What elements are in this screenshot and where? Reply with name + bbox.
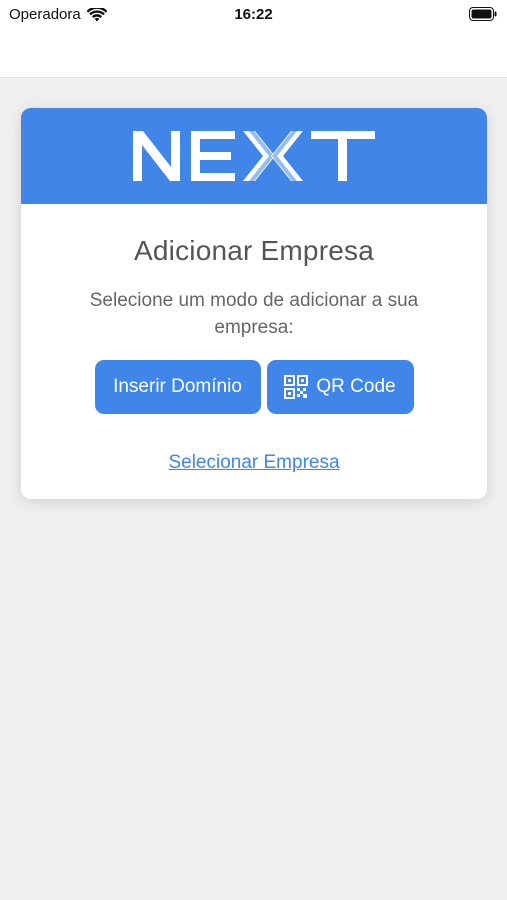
select-company-link[interactable]: Selecionar Empresa xyxy=(21,452,487,474)
add-mode-buttons: Inserir Domínio QR Code xyxy=(21,360,487,414)
qr-code-icon xyxy=(284,375,309,399)
insert-domain-button[interactable]: Inserir Domínio xyxy=(94,360,261,414)
add-company-card: Adicionar Empresa Selecione um modo de a… xyxy=(21,108,487,499)
next-logo xyxy=(133,131,375,181)
qr-code-button[interactable]: QR Code xyxy=(266,360,414,414)
instruction-text: Selecione um modo de adicionar a sua emp… xyxy=(89,290,419,338)
card-header xyxy=(21,108,487,204)
status-bar: Operadora 16:22 xyxy=(0,0,507,78)
page-title: Adicionar Empresa xyxy=(134,235,374,266)
battery-icon xyxy=(469,7,497,21)
qr-code-label: QR Code xyxy=(316,376,396,397)
insert-domain-label: Inserir Domínio xyxy=(113,376,242,397)
clock: 16:22 xyxy=(234,6,273,23)
